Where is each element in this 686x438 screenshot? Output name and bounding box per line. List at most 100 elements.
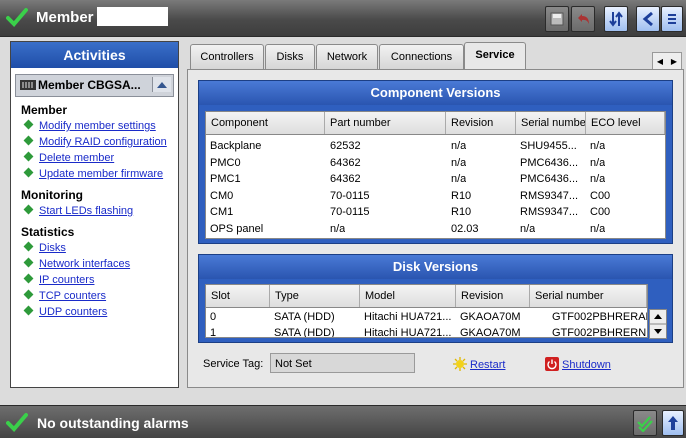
member-selector[interactable]: Member CBGSA...	[15, 74, 174, 97]
status-bar: No outstanding alarms	[0, 405, 686, 438]
triangle-right-icon[interactable]: ▶	[671, 57, 677, 66]
triangle-up-icon	[157, 82, 167, 88]
save-icon	[550, 12, 564, 26]
status-ok-check-icon	[6, 413, 28, 432]
undo-icon	[578, 14, 589, 24]
link-delete-member[interactable]: Delete member	[23, 151, 114, 164]
component-versions-table: Component Part number Revision Serial nu…	[205, 111, 666, 239]
table-header: Component Part number Revision Serial nu…	[206, 112, 665, 135]
diamond-bullet-icon	[23, 204, 34, 215]
column-header-type[interactable]: Type	[270, 285, 360, 307]
back-button[interactable]	[636, 6, 660, 32]
table-cell: n/a	[590, 140, 606, 152]
table-cell: 02.03	[451, 222, 479, 235]
undo-button[interactable]	[571, 6, 595, 32]
double-check-icon	[637, 416, 653, 432]
save-button[interactable]	[545, 6, 569, 32]
activities-panel: Activities Member CBGSA... Member Modify…	[10, 41, 179, 388]
link-udp-counters[interactable]: UDP counters	[23, 305, 107, 318]
menu-button[interactable]	[661, 6, 683, 32]
member-array-icon	[20, 80, 36, 90]
column-header-eco-level[interactable]: ECO level	[586, 112, 665, 134]
disk-versions-table: Slot Type Model Revision Serial number 0…	[205, 284, 648, 338]
link-start-leds-flashing[interactable]: Start LEDs flashing	[23, 204, 133, 217]
column-header-revision[interactable]: Revision	[446, 112, 516, 134]
diamond-bullet-icon	[23, 305, 34, 316]
tab-disks[interactable]: Disks	[265, 44, 315, 69]
column-header-serial-number[interactable]: Serial number	[530, 285, 647, 307]
acknowledge-alarms-button[interactable]	[633, 410, 657, 436]
table-row[interactable]: OPS panel n/a 02.03 n/a n/a	[206, 221, 665, 238]
tab-connections[interactable]: Connections	[379, 44, 464, 69]
expand-alarms-button[interactable]	[662, 410, 684, 436]
tab-scroll-buttons[interactable]: ◀ ▶	[652, 52, 682, 70]
table-cell: RMS9347...	[520, 206, 579, 218]
diamond-bullet-icon	[23, 135, 34, 146]
disk-table-scrollbar[interactable]	[649, 309, 667, 339]
diamond-bullet-icon	[23, 257, 34, 268]
tab-controllers[interactable]: Controllers	[190, 44, 264, 69]
table-row[interactable]: CM0 70-0115 R10 RMS9347... C00	[206, 188, 665, 205]
refresh-button[interactable]	[604, 6, 628, 32]
diamond-bullet-icon	[23, 151, 34, 162]
shutdown-button[interactable]: Shutdown	[545, 357, 611, 371]
member-name-redacted	[97, 7, 168, 26]
restart-sun-icon	[453, 357, 467, 371]
table-cell: GTF002PBHRERNE	[552, 327, 648, 338]
diamond-bullet-icon	[23, 241, 34, 252]
table-cell: CM1	[210, 206, 234, 218]
table-cell: 64362	[330, 173, 361, 185]
table-row[interactable]: PMC1 64362 n/a PMC6436... n/a	[206, 171, 665, 188]
table-cell: Backplane	[210, 140, 262, 152]
column-header-revision[interactable]: Revision	[456, 285, 530, 307]
disk-versions-title: Disk Versions	[199, 255, 672, 279]
link-disks[interactable]: Disks	[23, 241, 66, 254]
column-header-slot[interactable]: Slot	[206, 285, 270, 307]
table-cell: RMS9347...	[520, 189, 579, 202]
table-cell: 0	[210, 311, 217, 323]
table-cell: CM0	[210, 189, 234, 202]
table-cell: PMC6436...	[520, 156, 579, 169]
table-cell: Hitachi HUA721...	[364, 327, 452, 338]
link-modify-member-settings[interactable]: Modify member settings	[23, 119, 156, 132]
diamond-bullet-icon	[23, 167, 34, 178]
table-cell: 70-0115	[330, 206, 370, 218]
diamond-bullet-icon	[23, 289, 34, 300]
table-cell: SHU9455...	[520, 140, 577, 152]
table-cell: n/a	[520, 222, 536, 235]
component-versions-panel: Component Versions Component Part number…	[198, 80, 673, 244]
table-row[interactable]: CM1 70-0115 R10 RMS9347... C00	[206, 204, 665, 221]
table-cell: 64362	[330, 156, 361, 169]
link-modify-raid-configuration[interactable]: Modify RAID configuration	[23, 135, 167, 148]
collapse-button[interactable]	[152, 77, 171, 92]
status-ok-check-icon	[6, 8, 28, 27]
column-header-serial-number[interactable]: Serial numbe	[516, 112, 586, 134]
table-row[interactable]: PMC0 64362 n/a PMC6436... n/a	[206, 155, 665, 172]
column-header-component[interactable]: Component	[206, 112, 325, 134]
table-row[interactable]: 0 SATA (HDD) Hitachi HUA721... GKAOA70M GTF0…	[206, 309, 647, 325]
service-tag-field[interactable]: Not Set	[270, 353, 415, 373]
table-cell: C00	[590, 189, 611, 202]
triangle-left-icon[interactable]: ◀	[657, 57, 663, 66]
column-header-part-number[interactable]: Part number	[325, 112, 446, 134]
section-member-title: Member	[21, 103, 68, 117]
scroll-arrows-icon	[650, 314, 666, 334]
tab-service[interactable]: Service	[464, 42, 526, 70]
table-cell: SATA (HDD)	[274, 311, 335, 323]
link-update-member-firmware[interactable]: Update member firmware	[23, 167, 163, 180]
tab-network[interactable]: Network	[316, 44, 378, 69]
component-versions-title: Component Versions	[199, 81, 672, 105]
power-icon	[545, 357, 559, 371]
activities-header: Activities	[11, 42, 178, 68]
link-ip-counters[interactable]: IP counters	[23, 273, 94, 286]
table-cell: R10	[451, 189, 472, 202]
link-tcp-counters[interactable]: TCP counters	[23, 289, 106, 302]
table-row[interactable]: Backplane 62532 n/a SHU9455... n/a	[206, 138, 665, 155]
link-network-interfaces[interactable]: Network interfaces	[23, 257, 130, 270]
column-header-model[interactable]: Model	[360, 285, 456, 307]
menu-icon	[668, 14, 676, 24]
restart-button[interactable]: Restart	[453, 357, 505, 371]
table-cell: PMC6436...	[520, 173, 579, 185]
table-cell: n/a	[451, 156, 467, 169]
table-row[interactable]: 1 SATA (HDD) Hitachi HUA721... GKAOA70M GTF0…	[206, 325, 648, 338]
